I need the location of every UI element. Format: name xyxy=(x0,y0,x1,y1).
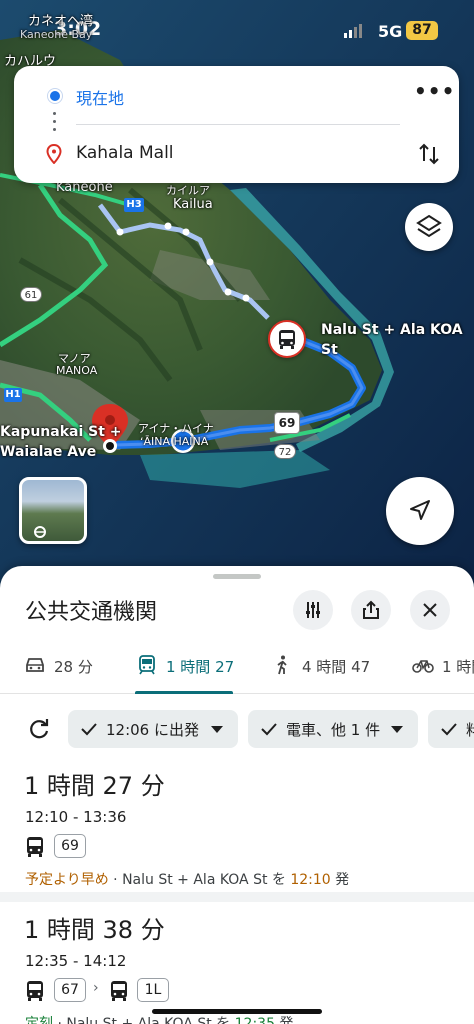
departure-time: 12:35 xyxy=(234,1016,275,1024)
check-icon xyxy=(81,723,97,736)
fare-chip[interactable]: 料 xyxy=(428,710,474,748)
status-ontime-label: 定刻 xyxy=(25,1016,53,1024)
route-72-shield: 72 xyxy=(274,444,296,459)
depart-time-chip[interactable]: 12:06 に出発 xyxy=(68,710,238,748)
route-times: 12:10 - 13:36 xyxy=(25,808,127,826)
bus-stop-marker[interactable] xyxy=(268,320,306,358)
bus-icon xyxy=(27,981,43,1001)
tab-transit-label: 1 時間 27 xyxy=(166,658,235,676)
refresh-icon[interactable] xyxy=(26,717,52,743)
highway-h3-shield: H3 xyxy=(124,198,144,212)
route-card: 現在地 Kahala Mall ••• xyxy=(14,66,459,183)
departure-suffix: 発 xyxy=(330,872,350,888)
dropdown-caret-icon xyxy=(391,726,403,733)
bus-route-69-badge: 69 xyxy=(274,412,300,434)
my-location-button[interactable] xyxy=(386,477,454,545)
bus-line-badge: 67 xyxy=(54,978,86,1002)
battery-indicator: 87 xyxy=(406,21,438,40)
tab-drive-label: 28 分 xyxy=(54,658,93,676)
check-icon xyxy=(441,723,457,736)
street-view-thumbnail[interactable] xyxy=(19,477,87,544)
divider xyxy=(76,124,400,125)
map-view[interactable]: 3:02 5G 87 カネオヘ湾 Kaneohe Bay カハルウ Kaneoh… xyxy=(0,0,474,600)
transit-mode-label: 電車、他 1 件 xyxy=(286,721,381,739)
close-icon xyxy=(423,603,437,617)
route-status: 定刻 · Nalu St + Ala KOA St を 12:35 発 xyxy=(25,1013,293,1024)
navigation-arrow-icon xyxy=(410,500,430,520)
sheet-title: 公共交通機関 xyxy=(25,600,158,625)
bike-icon xyxy=(412,660,434,673)
dropdown-caret-icon xyxy=(211,726,223,733)
walk-icon xyxy=(277,655,287,675)
route-duration: 1 時間 38 分 xyxy=(24,916,165,944)
route-duration: 1 時間 27 分 xyxy=(24,772,165,800)
highway-h1-shield: H1 xyxy=(4,388,22,402)
bus-icon xyxy=(279,330,295,349)
departure-time: 12:10 xyxy=(290,872,331,888)
map-label-kaneohe-bay-jp: カネオヘ湾 xyxy=(28,14,94,29)
map-label-stop-nalu[interactable]: Nalu St + Ala KOA St xyxy=(321,320,471,360)
route-times: 12:35 - 14:12 xyxy=(25,952,127,970)
map-label-aina-haina-jp: アイナ・ハイナ xyxy=(138,422,214,435)
bus-line-badge: 1L xyxy=(137,978,169,1002)
check-icon xyxy=(261,723,277,736)
signal-icon xyxy=(344,24,362,38)
route-result[interactable]: 1 時間 38 分 12:35 - 14:12 67 › 1L 定刻 · Nal… xyxy=(0,906,474,1024)
tab-walk[interactable]: 4 時間 47 xyxy=(272,646,382,694)
directions-sheet: 公共交通機関 28 分 1 時間 27 4 時間 47 1 時 12:06 に出… xyxy=(0,566,474,1024)
result-separator xyxy=(0,892,474,902)
tab-drive[interactable]: 28 分 xyxy=(24,646,114,694)
car-icon xyxy=(26,658,44,672)
share-button[interactable] xyxy=(351,590,391,630)
map-label-manoa: MANOA xyxy=(56,364,98,377)
map-label-kailua-jp: カイルア xyxy=(166,184,210,197)
map-label-kailua: Kailua xyxy=(173,197,213,212)
route-61-shield: 61 xyxy=(20,287,42,302)
origin-field[interactable]: 現在地 xyxy=(76,85,124,109)
share-icon xyxy=(363,600,379,619)
tab-transit[interactable]: 1 時間 27 xyxy=(136,646,236,694)
map-label-stop-kapunakai-2[interactable]: Waialae Ave xyxy=(0,444,96,460)
map-label-kaneohe-bay: Kaneohe Bay xyxy=(20,28,93,41)
chevron-right-icon: › xyxy=(93,980,99,996)
home-indicator[interactable] xyxy=(152,1009,322,1014)
street-view-icon xyxy=(34,526,46,538)
destination-pin-icon xyxy=(46,144,62,164)
route-status: 予定より早め · Nalu St + Ala KOA St を 12:10 発 xyxy=(25,869,349,889)
sheet-grabber[interactable] xyxy=(213,574,261,579)
bus-icon xyxy=(27,837,43,857)
layers-icon xyxy=(416,214,442,238)
close-button[interactable] xyxy=(410,590,450,630)
status-early-label: 予定より早め xyxy=(25,872,109,888)
travel-mode-tabs: 28 分 1 時間 27 4 時間 47 1 時間 xyxy=(0,646,474,694)
network-type: 5G xyxy=(378,22,403,41)
fare-chip-label: 料 xyxy=(466,721,474,739)
active-tab-indicator xyxy=(135,691,233,694)
filter-row: 12:06 に出発 電車、他 1 件 料 xyxy=(0,710,474,748)
departure-suffix: 発 xyxy=(274,1016,294,1024)
route-options-button[interactable] xyxy=(293,590,333,630)
layers-button[interactable] xyxy=(405,203,453,251)
connector-dots-icon xyxy=(53,112,57,136)
destination-field[interactable]: Kahala Mall xyxy=(76,143,174,163)
map-label-aina-haina: ʻĀINA HAINA xyxy=(140,435,209,448)
status-stop-text: · Nalu St + Ala KOA St を xyxy=(53,1016,235,1024)
bus-icon xyxy=(111,981,127,1001)
map-label-stop-kapunakai-1[interactable]: Kapunakai St + xyxy=(0,424,122,440)
route-result[interactable]: 1 時間 27 分 12:10 - 13:36 69 予定より早め · Nalu… xyxy=(0,762,474,892)
more-options-icon[interactable]: ••• xyxy=(414,81,454,108)
transit-icon xyxy=(139,655,155,675)
tab-bike-label: 1 時間 xyxy=(442,658,474,676)
swap-directions-icon[interactable] xyxy=(416,141,442,167)
tab-bike[interactable]: 1 時間 xyxy=(412,646,474,694)
origin-dot-icon xyxy=(48,89,62,103)
bus-line-badge: 69 xyxy=(54,834,86,858)
depart-time-label: 12:06 に出発 xyxy=(106,721,199,739)
transit-mode-chip[interactable]: 電車、他 1 件 xyxy=(248,710,418,748)
tab-walk-label: 4 時間 47 xyxy=(302,658,371,676)
sliders-icon xyxy=(306,602,320,618)
status-stop-text: · Nalu St + Ala KOA St を xyxy=(108,872,291,888)
